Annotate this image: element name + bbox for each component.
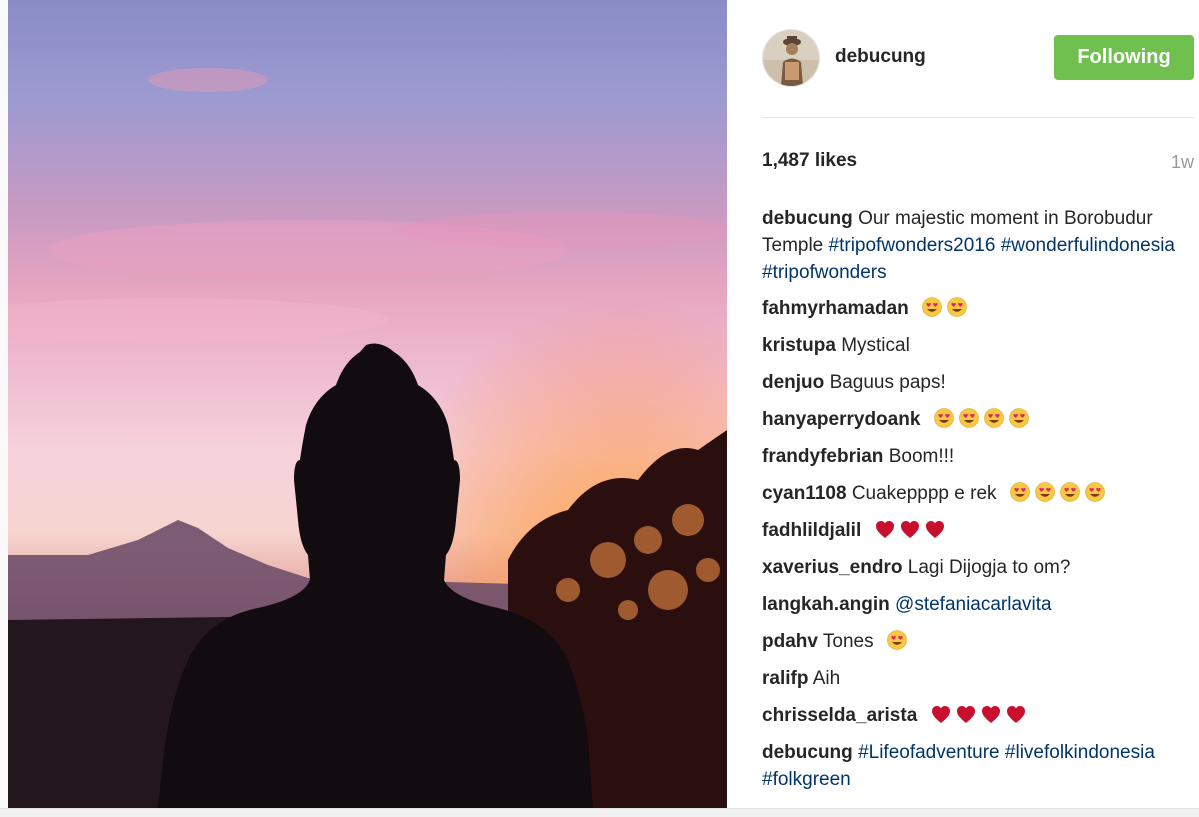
comment-username[interactable]: hanyaperrydoank xyxy=(762,409,920,430)
red-heart-emoji-icon xyxy=(931,705,951,724)
comment-username[interactable]: kristupa xyxy=(762,335,836,356)
comment-username[interactable]: fahmyrhamadan xyxy=(762,298,909,319)
comment-item: ralifp Aih xyxy=(762,665,1187,692)
comment-text: Lagi Dijogja to om? xyxy=(907,557,1071,578)
comment-item: hanyaperrydoank xyxy=(762,406,1187,433)
hashtag-link[interactable]: #tripofwonders2016 xyxy=(829,235,996,256)
post-detail-panel: debucung Following 1,487 likes 1w debucu… xyxy=(727,0,1199,808)
heart-eyes-emoji-icon xyxy=(1060,482,1080,502)
comment-item: pdahv Tones xyxy=(762,628,1187,655)
heart-eyes-emoji-icon xyxy=(1035,482,1055,502)
post-timestamp[interactable]: 1w xyxy=(1171,152,1194,173)
heart-eyes-emoji-icon xyxy=(947,297,967,317)
comment-username[interactable]: frandyfebrian xyxy=(762,446,883,467)
hashtag-link[interactable]: #Lifeofadventure xyxy=(858,742,1000,763)
emoji-group xyxy=(927,705,1026,724)
heart-eyes-emoji-icon xyxy=(1085,482,1105,502)
comment-text: Aih xyxy=(812,668,841,689)
hashtag-link[interactable]: #livefolkindonesia xyxy=(1005,742,1155,763)
following-button[interactable]: Following xyxy=(1054,35,1194,80)
hashtag-link[interactable]: #wonderfulindonesia xyxy=(1001,235,1175,256)
header-divider xyxy=(762,117,1194,118)
comment-item: kristupa Mystical xyxy=(762,332,1187,359)
author-username[interactable]: debucung xyxy=(835,46,926,68)
heart-eyes-emoji-icon xyxy=(983,408,1004,428)
page-left-margin xyxy=(0,0,8,817)
comment-username[interactable]: cyan1108 xyxy=(762,483,847,504)
comment-item: frandyfebrian Boom!!! xyxy=(762,443,1187,470)
heart-eyes-emoji-icon xyxy=(1008,408,1029,428)
post-header: debucung Following xyxy=(727,0,1199,117)
comment-item: denjuo Baguus paps! xyxy=(762,369,1187,396)
red-heart-emoji-icon xyxy=(956,705,976,724)
post-photo[interactable] xyxy=(8,0,727,808)
comment-username[interactable]: denjuo xyxy=(762,372,824,393)
comment-username[interactable]: fadhlildjalil xyxy=(762,520,861,541)
comment-text: Cuakepppp e rek xyxy=(851,483,997,504)
comment-item: fadhlildjalil xyxy=(762,517,1187,544)
heart-eyes-emoji-icon xyxy=(887,630,907,650)
comment-item: fahmyrhamadan xyxy=(762,295,1187,322)
red-heart-emoji-icon xyxy=(900,520,920,539)
emoji-group xyxy=(918,297,967,317)
red-heart-emoji-icon xyxy=(875,520,895,539)
emoji-group xyxy=(883,630,907,650)
emoji-group xyxy=(930,408,1029,428)
hashtag-link[interactable]: #folkgreen xyxy=(762,769,851,790)
heart-eyes-emoji-icon xyxy=(1010,482,1030,502)
comments-list: debucung Our majestic moment in Borobudu… xyxy=(762,205,1187,803)
emoji-group xyxy=(1006,482,1105,502)
page-bottom-edge xyxy=(0,808,1199,817)
comment-text: Mystical xyxy=(841,335,910,356)
comment-item: xaverius_endro Lagi Dijogja to om? xyxy=(762,554,1187,581)
comment-item: cyan1108 Cuakepppp e rek xyxy=(762,480,1187,507)
comment-item: chrisselda_arista xyxy=(762,702,1187,729)
comment-username[interactable]: ralifp xyxy=(762,668,808,689)
hashtag-link[interactable]: #tripofwonders xyxy=(762,262,887,283)
comment-username[interactable]: xaverius_endro xyxy=(762,557,902,578)
comment-item: langkah.angin @stefaniacarlavita xyxy=(762,591,1187,618)
mention-link[interactable]: @stefaniacarlavita xyxy=(895,594,1052,615)
comment-item: debucung #Lifeofadventure #livefolkindon… xyxy=(762,739,1187,793)
emoji-group xyxy=(871,520,945,539)
comment-username[interactable]: debucung xyxy=(762,742,853,763)
comment-username[interactable]: debucung xyxy=(762,208,853,229)
heart-eyes-emoji-icon xyxy=(933,408,954,428)
red-heart-emoji-icon xyxy=(981,705,1001,724)
comment-text: Boom!!! xyxy=(888,446,955,467)
likes-count[interactable]: 1,487 likes xyxy=(762,150,857,172)
red-heart-emoji-icon xyxy=(925,520,945,539)
comment-text: Baguus paps! xyxy=(829,372,946,393)
avatar[interactable] xyxy=(762,29,820,87)
heart-eyes-emoji-icon xyxy=(958,408,979,428)
comment-text: Tones xyxy=(822,631,874,652)
comment-username[interactable]: langkah.angin xyxy=(762,594,890,615)
caption: debucung Our majestic moment in Borobudu… xyxy=(762,205,1187,286)
red-heart-emoji-icon xyxy=(1006,705,1026,724)
comment-username[interactable]: pdahv xyxy=(762,631,818,652)
comment-username[interactable]: chrisselda_arista xyxy=(762,705,917,726)
heart-eyes-emoji-icon xyxy=(922,297,942,317)
